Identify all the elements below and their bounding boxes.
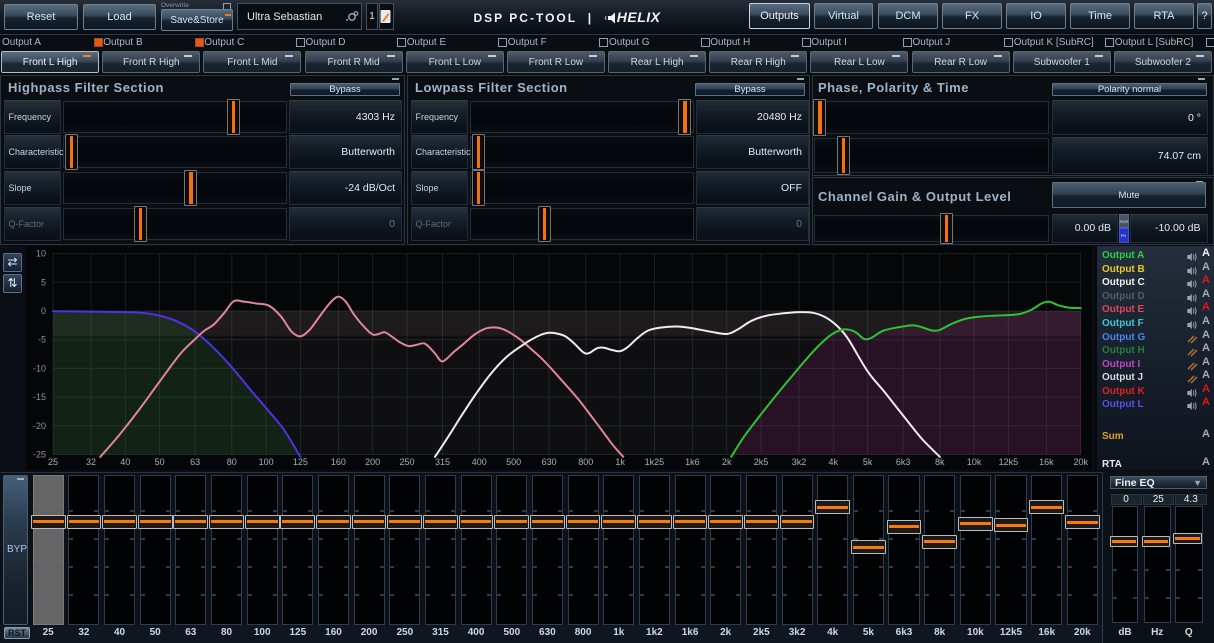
svg-text:63: 63 <box>190 457 200 467</box>
svg-text:400: 400 <box>472 457 487 467</box>
svg-text:5k: 5k <box>863 457 873 467</box>
svg-text:32: 32 <box>86 457 96 467</box>
svg-text:500: 500 <box>506 457 521 467</box>
svg-text:160: 160 <box>331 457 346 467</box>
svg-text:50: 50 <box>155 457 165 467</box>
svg-text:125: 125 <box>293 457 308 467</box>
svg-text:800: 800 <box>578 457 593 467</box>
svg-text:-5: -5 <box>38 335 46 345</box>
svg-text:12k5: 12k5 <box>999 457 1019 467</box>
svg-text:-25: -25 <box>33 450 46 460</box>
svg-text:25: 25 <box>48 457 58 467</box>
svg-text:-10: -10 <box>33 363 46 373</box>
svg-text:3k2: 3k2 <box>792 457 807 467</box>
svg-text:10k: 10k <box>967 457 982 467</box>
svg-text:-15: -15 <box>33 392 46 402</box>
svg-text:1k6: 1k6 <box>685 457 700 467</box>
svg-text:100: 100 <box>259 457 274 467</box>
svg-text:20k: 20k <box>1073 457 1088 467</box>
svg-text:315: 315 <box>435 457 450 467</box>
svg-text:8k: 8k <box>935 457 945 467</box>
svg-text:6k3: 6k3 <box>896 457 911 467</box>
svg-text:10: 10 <box>36 249 46 259</box>
svg-text:5: 5 <box>41 277 46 287</box>
svg-text:16k: 16k <box>1039 457 1054 467</box>
svg-text:2k5: 2k5 <box>754 457 769 467</box>
svg-text:0: 0 <box>41 306 46 316</box>
svg-text:4k: 4k <box>829 457 839 467</box>
svg-text:40: 40 <box>120 457 130 467</box>
svg-text:80: 80 <box>227 457 237 467</box>
svg-text:-20: -20 <box>33 421 46 431</box>
svg-text:200: 200 <box>365 457 380 467</box>
svg-text:250: 250 <box>399 457 414 467</box>
svg-text:2k: 2k <box>722 457 732 467</box>
svg-text:1k: 1k <box>615 457 625 467</box>
svg-text:630: 630 <box>542 457 557 467</box>
svg-text:1k25: 1k25 <box>645 457 665 467</box>
